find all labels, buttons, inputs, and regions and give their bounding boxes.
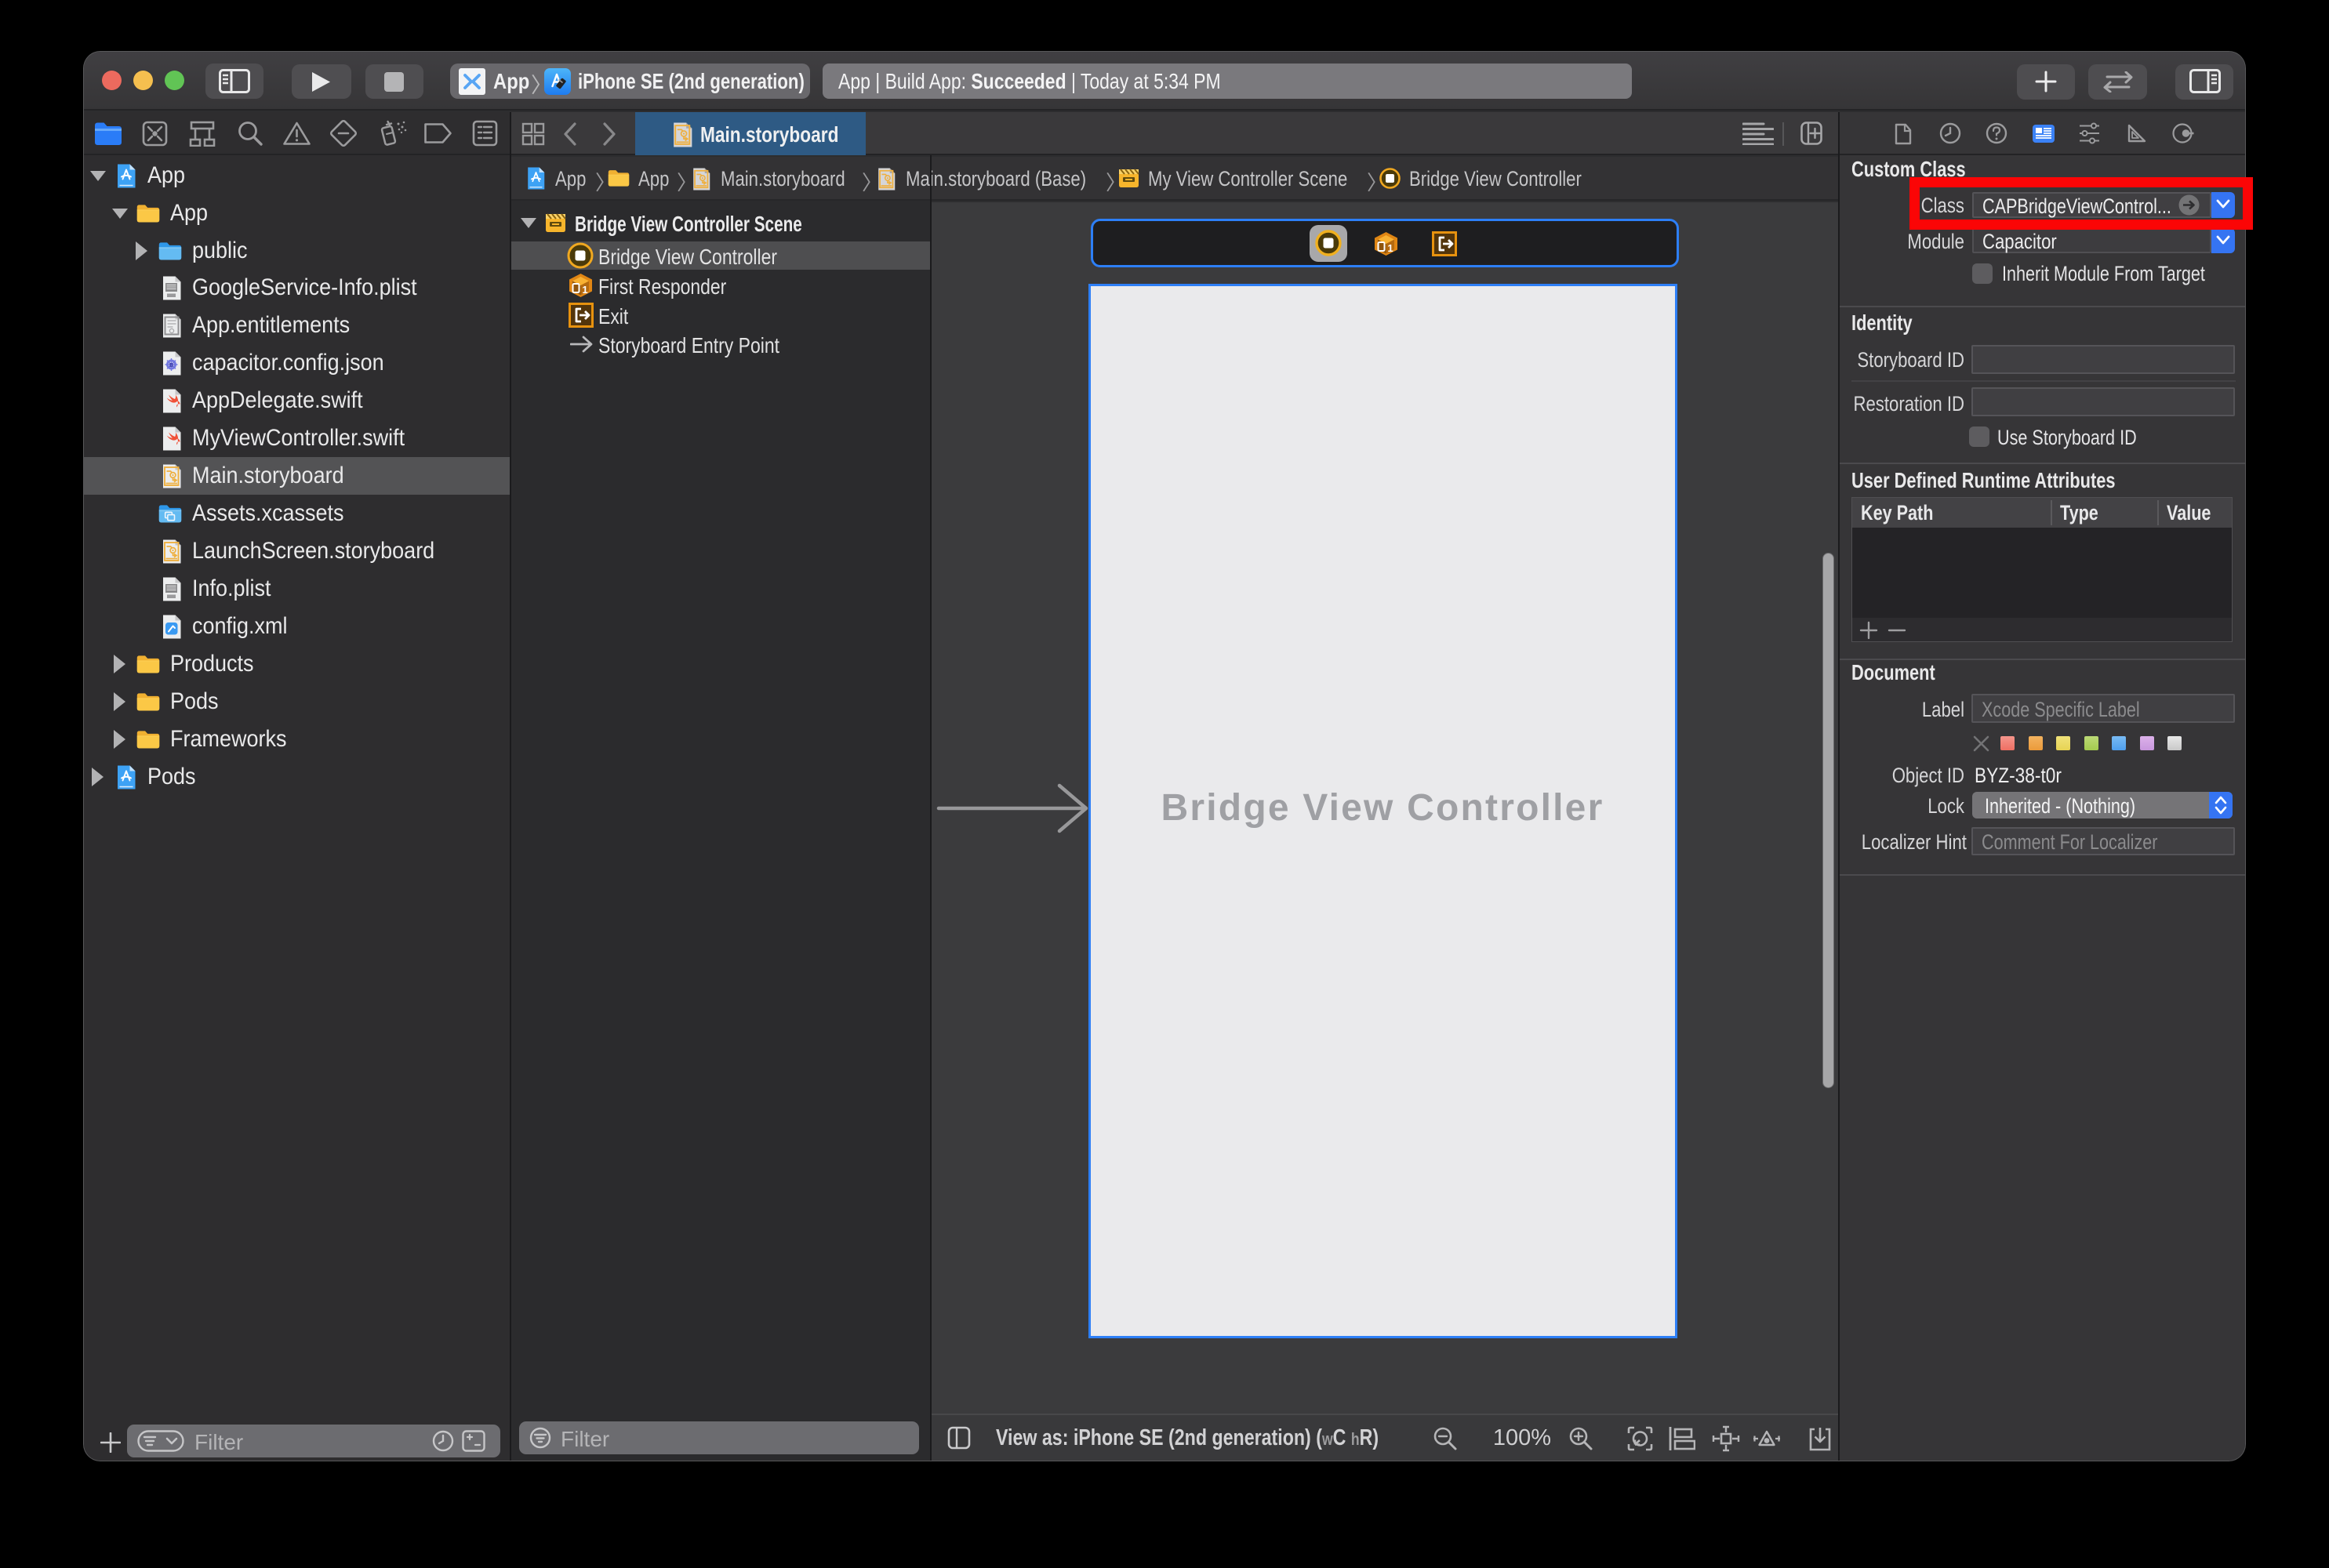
svg-text:B: B — [169, 363, 173, 368]
svg-text:1: 1 — [1387, 242, 1393, 254]
svg-text:1: 1 — [582, 284, 587, 296]
